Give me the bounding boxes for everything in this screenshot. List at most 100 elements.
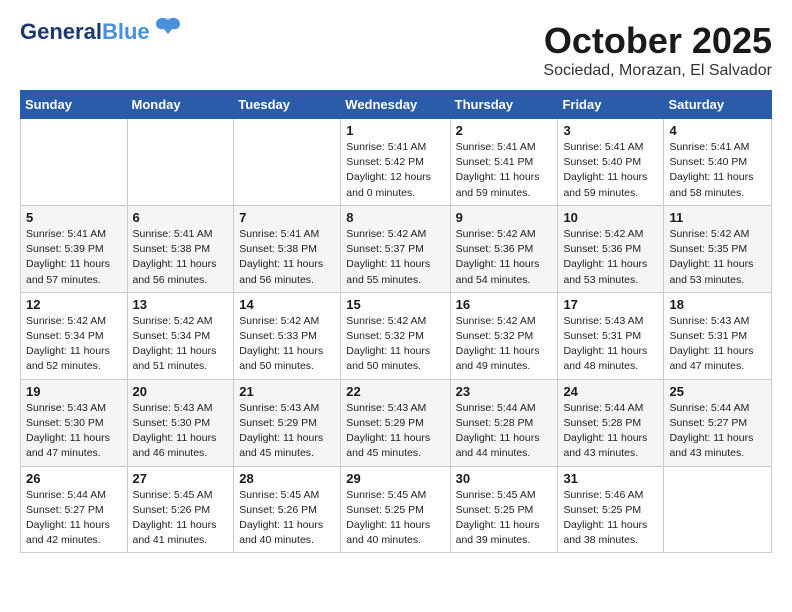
day-number: 25 — [669, 384, 766, 399]
weekday-header-sunday: Sunday — [21, 91, 128, 119]
day-info: Sunrise: 5:42 AM Sunset: 5:32 PM Dayligh… — [456, 314, 553, 375]
day-cell: 25 Sunrise: 5:44 AM Sunset: 5:27 PM Dayli… — [664, 379, 772, 466]
day-number: 21 — [239, 384, 335, 399]
week-row-4: 19Sunrise: 5:43 AM Sunset: 5:30 PM Dayli… — [21, 379, 772, 466]
weekday-header-wednesday: Wednesday — [341, 91, 450, 119]
day-cell: 6Sunrise: 5:41 AM Sunset: 5:38 PM Daylig… — [127, 205, 234, 292]
day-info: Sunrise: 5:41 AM Sunset: 5:38 PM Dayligh… — [239, 227, 335, 288]
day-info: Sunrise: 5:42 AM Sunset: 5:35 PM Dayligh… — [669, 227, 766, 288]
day-info: Sunrise: 5:43 AM Sunset: 5:29 PM Dayligh… — [346, 401, 444, 462]
day-info: Sunrise: 5:41 AM Sunset: 5:40 PM Dayligh… — [563, 140, 658, 201]
day-cell — [21, 119, 128, 206]
day-cell: 15 Sunrise: 5:42 AM Sunset: 5:32 PM Dayli… — [341, 292, 450, 379]
day-cell: 31Sunrise: 5:46 AM Sunset: 5:25 PM Dayli… — [558, 466, 664, 553]
day-info: Sunrise: 5:43 AM Sunset: 5:29 PM Dayligh… — [239, 401, 335, 462]
day-info: Sunrise: 5:46 AM Sunset: 5:25 PM Dayligh… — [563, 488, 658, 549]
day-number: 28 — [239, 471, 335, 486]
logo-bird-icon — [154, 16, 182, 44]
day-info: Sunrise: 5:45 AM Sunset: 5:25 PM Dayligh… — [346, 488, 444, 549]
day-info: Sunrise: 5:43 AM Sunset: 5:30 PM Dayligh… — [26, 401, 122, 462]
day-cell: 13 Sunrise: 5:42 AM Sunset: 5:34 PM Dayli… — [127, 292, 234, 379]
day-info: Sunrise: 5:42 AM Sunset: 5:32 PM Dayligh… — [346, 314, 444, 375]
day-info: Sunrise: 5:44 AM Sunset: 5:28 PM Dayligh… — [563, 401, 658, 462]
day-number: 22 — [346, 384, 444, 399]
day-info: Sunrise: 5:42 AM Sunset: 5:34 PM Dayligh… — [133, 314, 229, 375]
day-cell: 5 Sunrise: 5:41 AM Sunset: 5:39 PM Daylig… — [21, 205, 128, 292]
day-cell: 16 Sunrise: 5:42 AM Sunset: 5:32 PM Dayli… — [450, 292, 558, 379]
day-cell: 23 Sunrise: 5:44 AM Sunset: 5:28 PM Dayli… — [450, 379, 558, 466]
logo-blue: Blue — [102, 19, 150, 44]
day-number: 7 — [239, 210, 335, 225]
day-info: Sunrise: 5:43 AM Sunset: 5:31 PM Dayligh… — [669, 314, 766, 375]
day-info: Sunrise: 5:43 AM Sunset: 5:30 PM Dayligh… — [133, 401, 229, 462]
location-subtitle: Sociedad, Morazan, El Salvador — [543, 62, 772, 80]
day-cell: 22 Sunrise: 5:43 AM Sunset: 5:29 PM Dayli… — [341, 379, 450, 466]
day-number: 16 — [456, 297, 553, 312]
day-info: Sunrise: 5:42 AM Sunset: 5:37 PM Dayligh… — [346, 227, 444, 288]
day-cell — [234, 119, 341, 206]
day-cell: 21 Sunrise: 5:43 AM Sunset: 5:29 PM Dayli… — [234, 379, 341, 466]
day-cell: 3 Sunrise: 5:41 AM Sunset: 5:40 PM Daylig… — [558, 119, 664, 206]
day-info: Sunrise: 5:44 AM Sunset: 5:28 PM Dayligh… — [456, 401, 553, 462]
day-info: Sunrise: 5:45 AM Sunset: 5:26 PM Dayligh… — [133, 488, 229, 549]
weekday-header-saturday: Saturday — [664, 91, 772, 119]
day-cell — [127, 119, 234, 206]
day-cell: 8Sunrise: 5:42 AM Sunset: 5:37 PM Daylig… — [341, 205, 450, 292]
day-cell: 18 Sunrise: 5:43 AM Sunset: 5:31 PM Dayli… — [664, 292, 772, 379]
day-number: 15 — [346, 297, 444, 312]
day-number: 6 — [133, 210, 229, 225]
day-cell: 10 Sunrise: 5:42 AM Sunset: 5:36 PM Dayli… — [558, 205, 664, 292]
day-number: 26 — [26, 471, 122, 486]
day-info: Sunrise: 5:44 AM Sunset: 5:27 PM Dayligh… — [669, 401, 766, 462]
weekday-header-tuesday: Tuesday — [234, 91, 341, 119]
day-number: 11 — [669, 210, 766, 225]
day-number: 13 — [133, 297, 229, 312]
day-cell: 26 Sunrise: 5:44 AM Sunset: 5:27 PM Dayli… — [21, 466, 128, 553]
day-number: 14 — [239, 297, 335, 312]
weekday-header-thursday: Thursday — [450, 91, 558, 119]
day-cell: 7 Sunrise: 5:41 AM Sunset: 5:38 PM Daylig… — [234, 205, 341, 292]
month-title: October 2025 — [543, 20, 772, 62]
day-cell: 12Sunrise: 5:42 AM Sunset: 5:34 PM Dayli… — [21, 292, 128, 379]
calendar-table: SundayMondayTuesdayWednesdayThursdayFrid… — [20, 90, 772, 553]
day-info: Sunrise: 5:44 AM Sunset: 5:27 PM Dayligh… — [26, 488, 122, 549]
day-number: 5 — [26, 210, 122, 225]
day-cell: 9 Sunrise: 5:42 AM Sunset: 5:36 PM Daylig… — [450, 205, 558, 292]
day-cell: 4Sunrise: 5:41 AM Sunset: 5:40 PM Daylig… — [664, 119, 772, 206]
day-info: Sunrise: 5:41 AM Sunset: 5:42 PM Dayligh… — [346, 140, 444, 201]
day-cell: 27 Sunrise: 5:45 AM Sunset: 5:26 PM Dayli… — [127, 466, 234, 553]
day-number: 29 — [346, 471, 444, 486]
day-number: 2 — [456, 123, 553, 138]
day-number: 27 — [133, 471, 229, 486]
week-row-5: 26 Sunrise: 5:44 AM Sunset: 5:27 PM Dayli… — [21, 466, 772, 553]
title-block: October 2025 Sociedad, Morazan, El Salva… — [543, 20, 772, 80]
calendar-header-row: SundayMondayTuesdayWednesdayThursdayFrid… — [21, 91, 772, 119]
day-cell: 2 Sunrise: 5:41 AM Sunset: 5:41 PM Daylig… — [450, 119, 558, 206]
week-row-3: 12Sunrise: 5:42 AM Sunset: 5:34 PM Dayli… — [21, 292, 772, 379]
day-cell: 19Sunrise: 5:43 AM Sunset: 5:30 PM Dayli… — [21, 379, 128, 466]
weekday-header-friday: Friday — [558, 91, 664, 119]
day-number: 18 — [669, 297, 766, 312]
day-info: Sunrise: 5:41 AM Sunset: 5:40 PM Dayligh… — [669, 140, 766, 201]
day-info: Sunrise: 5:42 AM Sunset: 5:36 PM Dayligh… — [563, 227, 658, 288]
page-header: GeneralBlue October 2025 Sociedad, Moraz… — [20, 20, 772, 80]
week-row-2: 5 Sunrise: 5:41 AM Sunset: 5:39 PM Daylig… — [21, 205, 772, 292]
day-cell: 1Sunrise: 5:41 AM Sunset: 5:42 PM Daylig… — [341, 119, 450, 206]
day-info: Sunrise: 5:41 AM Sunset: 5:39 PM Dayligh… — [26, 227, 122, 288]
day-info: Sunrise: 5:42 AM Sunset: 5:36 PM Dayligh… — [456, 227, 553, 288]
day-number: 10 — [563, 210, 658, 225]
day-info: Sunrise: 5:43 AM Sunset: 5:31 PM Dayligh… — [563, 314, 658, 375]
day-number: 17 — [563, 297, 658, 312]
day-number: 3 — [563, 123, 658, 138]
day-info: Sunrise: 5:42 AM Sunset: 5:33 PM Dayligh… — [239, 314, 335, 375]
day-number: 9 — [456, 210, 553, 225]
day-cell — [664, 466, 772, 553]
day-info: Sunrise: 5:42 AM Sunset: 5:34 PM Dayligh… — [26, 314, 122, 375]
day-cell: 28Sunrise: 5:45 AM Sunset: 5:26 PM Dayli… — [234, 466, 341, 553]
weekday-header-monday: Monday — [127, 91, 234, 119]
day-info: Sunrise: 5:41 AM Sunset: 5:41 PM Dayligh… — [456, 140, 553, 201]
logo: GeneralBlue — [20, 20, 182, 44]
day-number: 20 — [133, 384, 229, 399]
day-number: 23 — [456, 384, 553, 399]
day-info: Sunrise: 5:45 AM Sunset: 5:25 PM Dayligh… — [456, 488, 553, 549]
